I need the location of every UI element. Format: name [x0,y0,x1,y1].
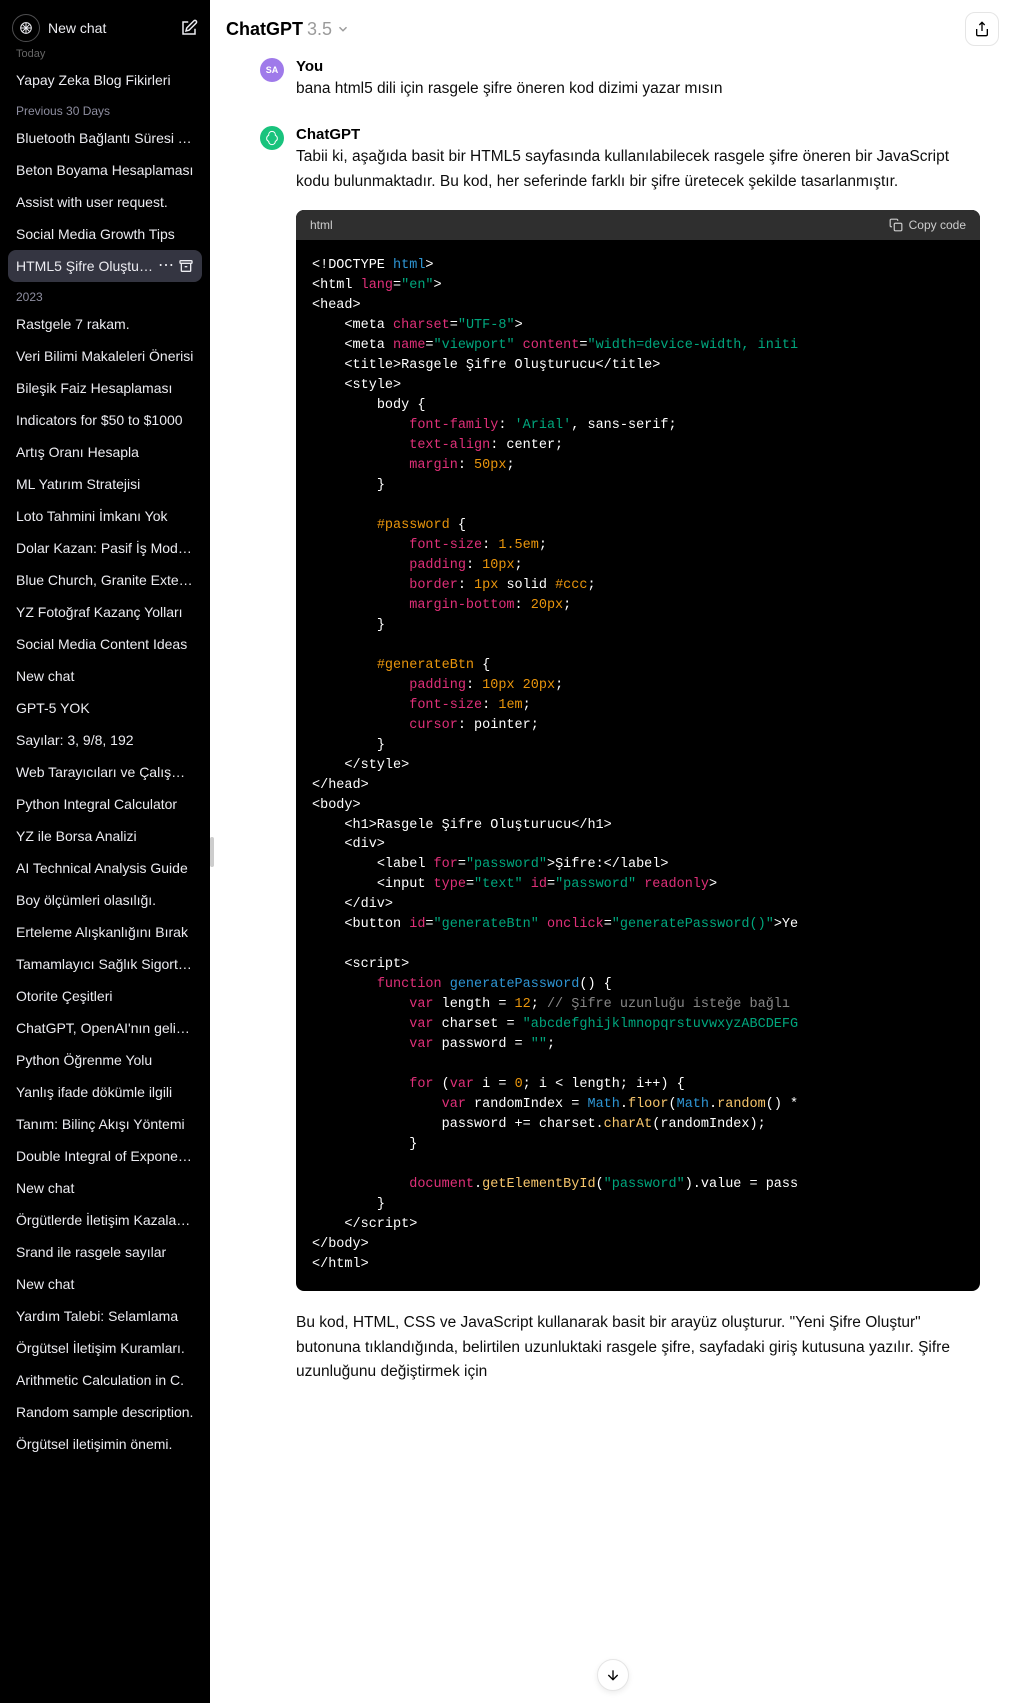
sidebar-chat-item[interactable]: Srand ile rasgele sayılar [8,1236,202,1268]
clipboard-icon [889,218,903,232]
conversation-scroll[interactable]: SA You bana html5 dili için rasgele şifr… [210,58,1015,1703]
sidebar-chat-item[interactable]: Web Tarayıcıları ve Çalışma Mantığı [8,756,202,788]
sidebar-chat-item[interactable]: Loto Tahmini İmkanı Yok [8,500,202,532]
sidebar-chat-item[interactable]: Arithmetic Calculation in C. [8,1364,202,1396]
compose-icon[interactable] [180,19,198,37]
assistant-author-label: ChatGPT [296,126,980,143]
assistant-avatar [260,126,284,150]
main-panel: ChatGPT 3.5 SA You bana html5 dili için … [210,0,1015,1703]
assistant-message: ChatGPT Tabii ki, aşağıda basit bir HTML… [260,126,980,1385]
user-message: SA You bana html5 dili için rasgele şifr… [260,58,980,102]
sidebar-chat-item[interactable]: Boy ölçümleri olasılığı. [8,884,202,916]
model-version: 3.5 [307,19,332,40]
section-label: Previous 30 Days [8,96,202,122]
sidebar-chat-item[interactable]: Yapay Zeka Blog Fikirleri [8,64,202,96]
user-text: bana html5 dili için rasgele şifre önere… [296,77,980,102]
more-icon[interactable]: ⋯ [158,258,174,274]
sidebar: New chat TodayYapay Zeka Blog FikirleriP… [0,0,210,1703]
copy-code-label: Copy code [909,218,966,232]
model-name: ChatGPT [226,19,303,40]
sidebar-chat-item[interactable]: New chat [8,660,202,692]
new-chat-label: New chat [48,20,172,36]
share-button[interactable] [965,12,999,46]
sidebar-chat-item[interactable]: Blue Church, Granite Exterior. [8,564,202,596]
user-author-label: You [296,58,980,75]
sidebar-chat-item[interactable]: Tanım: Bilinç Akışı Yöntemi [8,1108,202,1140]
code-block: html Copy code <!DOCTYPE html> <html lan… [296,210,980,1290]
topbar: ChatGPT 3.5 [210,0,1015,58]
code-header: html Copy code [296,210,980,240]
sidebar-chat-item[interactable]: Veri Bilimi Makaleleri Önerisi [8,340,202,372]
sidebar-chat-item[interactable]: Örgütsel iletişimin önemi. [8,1428,202,1460]
sidebar-chat-item[interactable]: Double Integral of Exponential [8,1140,202,1172]
sidebar-chat-item[interactable]: GPT-5 YOK [8,692,202,724]
chevron-down-icon [336,22,350,36]
sidebar-chat-item[interactable]: Python Integral Calculator [8,788,202,820]
sidebar-chat-item[interactable]: Indicators for $50 to $1000 [8,404,202,436]
arrow-down-icon [605,1667,621,1683]
sidebar-chat-item[interactable]: Dolar Kazan: Pasif İş Modelleri [8,532,202,564]
section-label: 2023 [8,282,202,308]
sidebar-chat-item[interactable]: Örgütlerde İletişim Kazaları ve Kon [8,1204,202,1236]
sidebar-resize-handle[interactable] [210,837,214,867]
section-label: Today [8,48,202,64]
chat-item-label: HTML5 Şifre Oluşturucu [16,258,154,274]
sidebar-chat-item[interactable]: Social Media Content Ideas [8,628,202,660]
sidebar-chat-item[interactable]: New chat [8,1268,202,1300]
model-picker[interactable]: ChatGPT 3.5 [226,19,350,40]
sidebar-chat-item[interactable]: Sayılar: 3, 9/8, 192 [8,724,202,756]
sidebar-chat-item[interactable]: Örgütsel İletişim Kuramları. [8,1332,202,1364]
sidebar-chat-item[interactable]: ML Yatırım Stratejisi [8,468,202,500]
archive-icon[interactable] [178,258,194,274]
sidebar-chat-item[interactable]: Otorite Çeşitleri [8,980,202,1012]
sidebar-chat-item[interactable]: Artış Oranı Hesapla [8,436,202,468]
sidebar-chat-item[interactable]: YZ ile Borsa Analizi [8,820,202,852]
scroll-to-bottom-button[interactable] [597,1659,629,1691]
sidebar-chat-item[interactable]: Yanlış ifade dökümle ilgili [8,1076,202,1108]
sidebar-chat-item[interactable]: Beton Boyama Hesaplaması [8,154,202,186]
sidebar-chat-item[interactable]: YZ Fotoğraf Kazanç Yolları [8,596,202,628]
user-avatar: SA [260,58,284,82]
share-icon [974,21,990,37]
sidebar-chat-item[interactable]: Random sample description. [8,1396,202,1428]
sidebar-chat-item[interactable]: Rastgele 7 rakam. [8,308,202,340]
code-body[interactable]: <!DOCTYPE html> <html lang="en"> <head> … [296,240,980,1290]
sidebar-chat-item[interactable]: AI Technical Analysis Guide [8,852,202,884]
sidebar-chat-item[interactable]: Bluetooth Bağlantı Süresi Takibi [8,122,202,154]
sidebar-chat-item[interactable]: Bileşik Faiz Hesaplaması [8,372,202,404]
sidebar-chat-item[interactable]: Erteleme Alışkanlığını Bırak [8,916,202,948]
assistant-intro-text: Tabii ki, aşağıda basit bir HTML5 sayfas… [296,145,980,195]
sidebar-chat-item[interactable]: Python Öğrenme Yolu [8,1044,202,1076]
openai-logo-icon [12,14,40,42]
copy-code-button[interactable]: Copy code [889,218,966,232]
assistant-outro-text: Bu kod, HTML, CSS ve JavaScript kullanar… [296,1311,980,1385]
sidebar-chat-item[interactable]: ChatGPT, OpenAI'nın geliştirdiği b [8,1012,202,1044]
sidebar-chat-item[interactable]: Assist with user request. [8,186,202,218]
sidebar-chat-item[interactable]: Social Media Growth Tips [8,218,202,250]
new-chat-row[interactable]: New chat [8,8,202,52]
sidebar-chat-item[interactable]: HTML5 Şifre Oluşturucu⋯ [8,250,202,282]
code-lang-label: html [310,218,333,232]
sidebar-chat-item[interactable]: Yardım Talebi: Selamlama [8,1300,202,1332]
sidebar-chat-item[interactable]: Tamamlayıcı Sağlık Sigortası [8,948,202,980]
sidebar-chat-item[interactable]: New chat [8,1172,202,1204]
